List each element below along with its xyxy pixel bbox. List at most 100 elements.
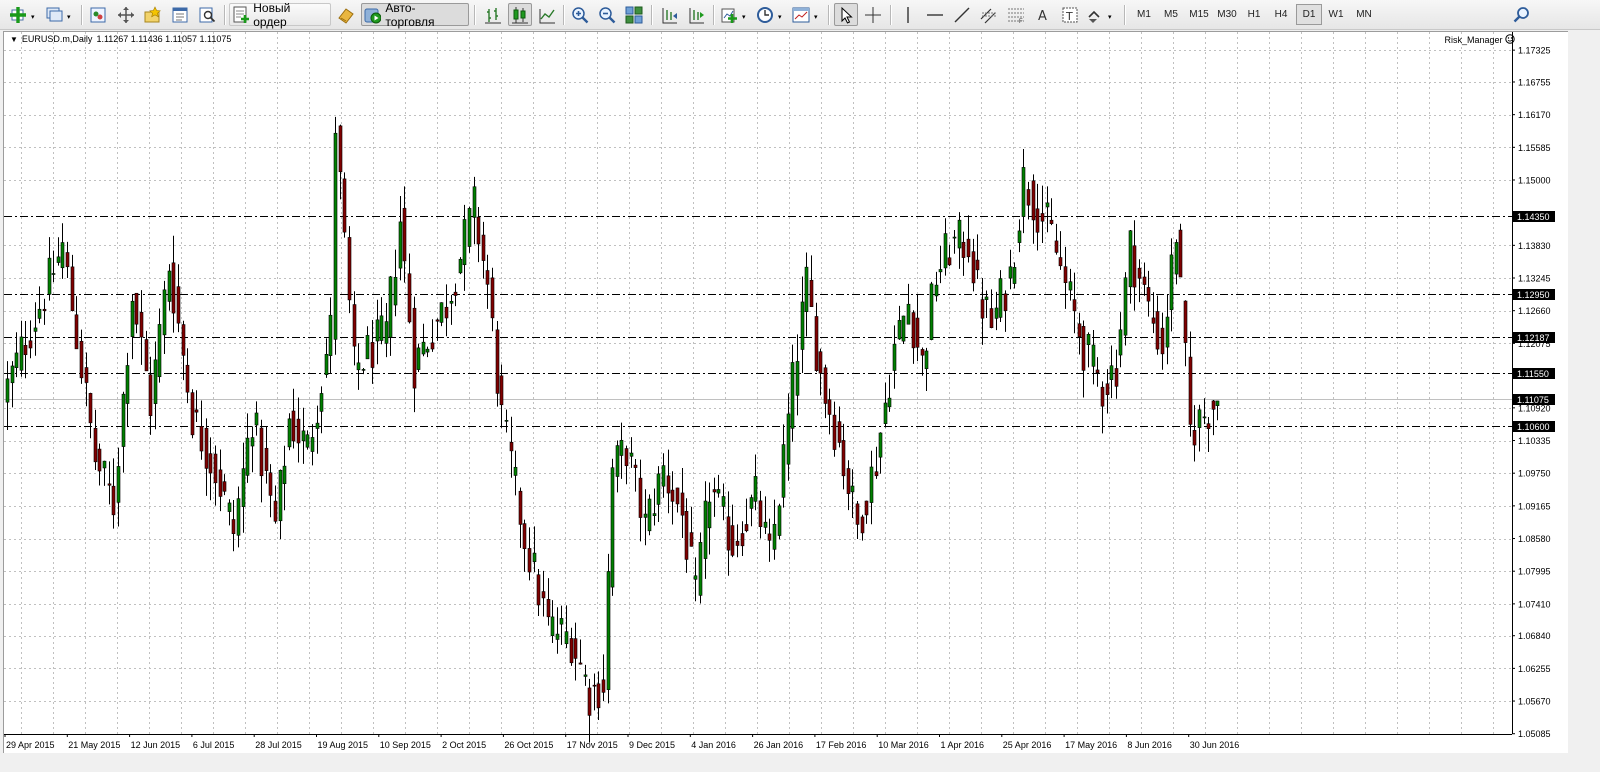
- chart-shift-icon: [662, 7, 677, 23]
- candlesticks-button[interactable]: [508, 3, 532, 26]
- candle-body: [559, 618, 564, 625]
- candle-body: [301, 430, 306, 442]
- time-tick-label: 25 Apr 2016: [1003, 740, 1052, 750]
- candle-body: [462, 219, 467, 266]
- candle-body: [144, 339, 149, 372]
- timeframe-h1-button[interactable]: H1: [1241, 4, 1267, 25]
- timeframe-h4-button[interactable]: H4: [1268, 4, 1294, 25]
- candle-body: [1183, 300, 1188, 343]
- price-tick-label: 1.06840: [1518, 631, 1551, 641]
- candle-body: [310, 437, 315, 452]
- market-watch-button[interactable]: [86, 3, 110, 26]
- svg-text:F: F: [1019, 19, 1023, 24]
- line-chart-button[interactable]: [535, 3, 559, 26]
- candle-body: [407, 273, 412, 323]
- candle-body: [439, 302, 444, 323]
- tile-windows-button[interactable]: [622, 3, 646, 26]
- candle-body: [592, 684, 597, 687]
- text-label-button[interactable]: T: [1058, 3, 1082, 26]
- periods-button[interactable]: ▾: [755, 3, 787, 26]
- candle-body: [1109, 365, 1114, 380]
- price-tick-label: 1.07995: [1518, 567, 1551, 577]
- price-chart[interactable]: 1.17325 1.16755 1.16170 1.15585 1.15000 1.138…: [4, 32, 1569, 754]
- zoom-out-button[interactable]: [595, 3, 619, 26]
- candle-body: [467, 208, 472, 247]
- candle-body: [449, 300, 454, 304]
- profiles-button[interactable]: ▾: [44, 3, 76, 26]
- candle-body: [610, 467, 615, 588]
- zoom-out-icon: [599, 6, 616, 23]
- favorites-button[interactable]: [141, 3, 165, 26]
- time-tick-label: 26 Jan 2016: [754, 740, 804, 750]
- indicators-button[interactable]: ▾: [719, 3, 751, 26]
- autoscroll-button[interactable]: [684, 3, 708, 26]
- trendline-button[interactable]: [950, 3, 974, 26]
- candle-body: [550, 616, 555, 637]
- price-tick-label: 1.16755: [1518, 77, 1551, 87]
- candle-body: [1091, 344, 1096, 367]
- candle-body: [583, 674, 588, 677]
- candle-body: [698, 542, 703, 596]
- candle-body: [924, 350, 929, 370]
- candle-body: [47, 257, 52, 295]
- level-price-label: 1.11550: [1517, 369, 1549, 379]
- timeframe-d1-button[interactable]: D1: [1296, 4, 1322, 25]
- candle-body: [911, 312, 916, 349]
- level-price-label: 1.12187: [1517, 333, 1550, 343]
- candle-body: [887, 397, 892, 408]
- candle-body: [14, 352, 19, 368]
- timeframe-m30-button[interactable]: M30: [1213, 4, 1241, 25]
- cursor-button[interactable]: [834, 3, 858, 26]
- metaeditor-button[interactable]: [334, 3, 358, 26]
- chart-shift-button[interactable]: [657, 3, 681, 26]
- candle-body: [994, 307, 999, 319]
- candle-body: [1155, 311, 1160, 350]
- candle-body: [767, 533, 772, 541]
- candle-body: [1068, 281, 1073, 291]
- timeframe-mn-button[interactable]: MN: [1351, 4, 1377, 25]
- timeframe-m5-button[interactable]: M5: [1158, 4, 1184, 25]
- candle-body: [536, 574, 541, 606]
- fibonacci-button[interactable]: F: [1004, 3, 1028, 26]
- equidistant-channel-button[interactable]: [977, 3, 1001, 26]
- candle-body: [606, 571, 611, 690]
- crosshair-button[interactable]: [861, 3, 885, 26]
- autotrading-button[interactable]: Авто-торговля: [361, 1, 469, 29]
- data-window-button[interactable]: [168, 3, 192, 26]
- search-button[interactable]: [1510, 3, 1534, 26]
- collapse-triangle-icon[interactable]: ▼: [10, 35, 18, 44]
- chart-window[interactable]: 1.17325 1.16755 1.16170 1.15585 1.15000 1.138…: [3, 31, 1569, 754]
- candle-body: [93, 427, 98, 463]
- candle-body: [680, 492, 685, 516]
- candle-body: [23, 345, 28, 356]
- text-label-icon: T: [1062, 7, 1078, 23]
- price-tick-label: 1.16170: [1518, 110, 1551, 120]
- candle-body: [1045, 202, 1050, 208]
- navigator-button[interactable]: [114, 3, 138, 26]
- timeframe-m15-button[interactable]: M15: [1185, 4, 1213, 25]
- timeframe-m1-button[interactable]: M1: [1131, 4, 1157, 25]
- new-chart-button[interactable]: ▾: [8, 3, 40, 26]
- candle-body: [1206, 423, 1211, 429]
- timeframe-w1-button[interactable]: W1: [1323, 4, 1349, 25]
- time-tick-label: 21 May 2015: [68, 740, 120, 750]
- strategy-tester-button[interactable]: [195, 3, 219, 26]
- new-order-button[interactable]: Новый ордер: [229, 1, 331, 29]
- expert-advisor-name: Risk_Manager: [1444, 35, 1503, 45]
- bar-chart-button[interactable]: [481, 3, 505, 26]
- candle-body: [906, 303, 911, 325]
- expert-advisor-label[interactable]: Risk_Manager: [1444, 34, 1515, 45]
- candle-body: [814, 316, 819, 372]
- zoom-in-button[interactable]: [568, 3, 592, 26]
- templates-icon: ▾: [792, 7, 818, 22]
- text-button[interactable]: A: [1031, 3, 1055, 26]
- fibonacci-icon: F: [1008, 8, 1024, 24]
- arrows-button[interactable]: ▾: [1085, 3, 1117, 26]
- templates-button[interactable]: ▾: [791, 3, 823, 26]
- candle-body: [222, 481, 227, 492]
- candle-body: [855, 503, 860, 525]
- candle-body: [495, 329, 500, 394]
- horizontal-line-button[interactable]: [923, 3, 947, 26]
- vertical-line-button[interactable]: [896, 3, 920, 26]
- candle-body: [241, 468, 246, 507]
